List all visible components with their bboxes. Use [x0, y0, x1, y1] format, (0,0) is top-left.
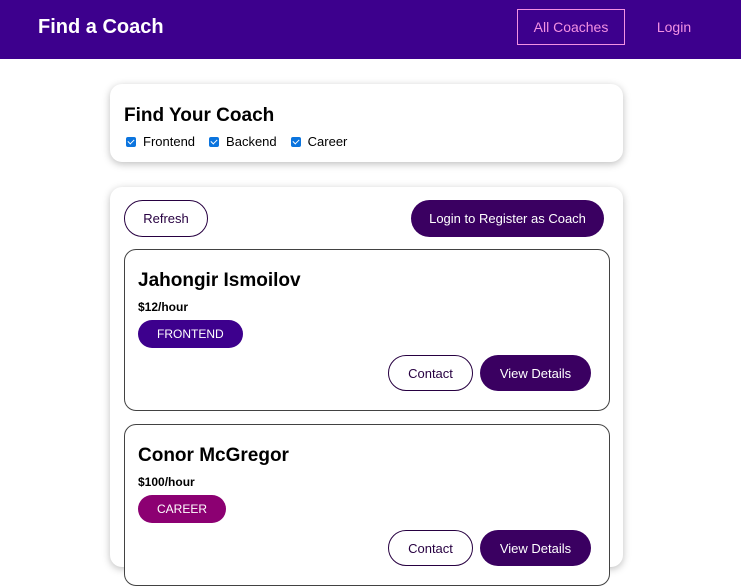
nav-all-coaches[interactable]: All Coaches	[517, 9, 625, 45]
contact-button[interactable]: Contact	[388, 530, 473, 566]
filter-label: Frontend	[143, 134, 196, 149]
checkbox-checked-icon[interactable]	[209, 136, 220, 147]
filter-label: Career	[307, 134, 348, 149]
coach-name: Jahongir Ismoilov	[138, 270, 301, 291]
register-coach-button[interactable]: Login to Register as Coach	[411, 200, 604, 237]
refresh-button[interactable]: Refresh	[124, 200, 208, 237]
filter-frontend[interactable]: Frontend	[126, 134, 195, 149]
view-details-button[interactable]: View Details	[480, 530, 591, 566]
coach-rate: $100/hour	[138, 475, 195, 489]
coach-name: Conor McGregor	[138, 445, 289, 466]
filter-card: Find Your Coach Frontend Backend Career	[110, 84, 623, 162]
brand-title[interactable]: Find a Coach	[38, 16, 164, 39]
checkbox-checked-icon[interactable]	[126, 136, 136, 147]
filter-career[interactable]: Career	[290, 134, 348, 149]
contact-button[interactable]: Contact	[388, 355, 473, 391]
filter-options: Frontend Backend Career	[126, 134, 361, 149]
nav-login[interactable]: Login	[636, 9, 712, 45]
filter-label: Backend	[226, 134, 277, 149]
coach-rate: $12/hour	[138, 300, 189, 314]
view-details-button[interactable]: View Details	[480, 355, 591, 391]
area-badge: FRONTEND	[138, 320, 243, 348]
app-header: Find a Coach All Coaches Login	[0, 0, 741, 59]
coach-list-card: Refresh Login to Register as Coach Jahon…	[110, 187, 623, 586]
filter-backend[interactable]: Backend	[209, 134, 277, 149]
filter-title: Find Your Coach	[124, 105, 275, 126]
coach-item: Jahongir Ismoilov $12/hour FRONTEND Cont…	[124, 249, 610, 411]
checkbox-checked-icon[interactable]	[290, 136, 301, 147]
area-badge: CAREER	[138, 495, 227, 523]
coach-item: Conor McGregor $100/hour CAREER Contact …	[124, 424, 610, 586]
